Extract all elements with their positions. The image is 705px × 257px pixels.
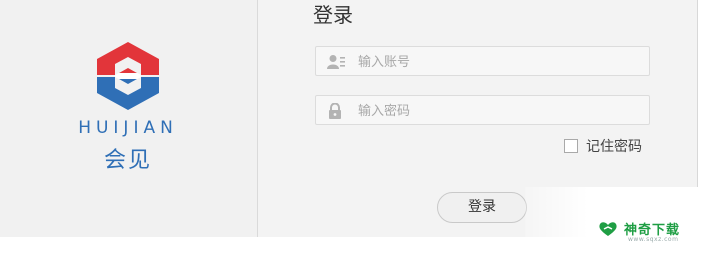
- huijian-logo-icon: [95, 42, 161, 110]
- remember-label: 记住密码: [586, 139, 642, 155]
- password-field[interactable]: [315, 95, 650, 126]
- brand-panel: HUIJIAN 会见: [0, 0, 257, 237]
- account-input[interactable]: [356, 47, 640, 77]
- account-field[interactable]: [315, 46, 650, 77]
- lock-icon: [327, 102, 345, 119]
- remember-password[interactable]: 记住密码: [564, 136, 642, 156]
- brand-name-en: HUIJIAN: [78, 118, 178, 138]
- brand-name-cn: 会见: [103, 148, 152, 173]
- login-title: 登录: [313, 3, 353, 27]
- pane-divider: [257, 0, 258, 237]
- password-input[interactable]: [356, 96, 640, 126]
- watermark-url: www.sqxz.com: [628, 236, 679, 243]
- login-button[interactable]: 登录: [437, 192, 527, 223]
- user-card-icon: [327, 54, 345, 70]
- remember-checkbox[interactable]: [564, 139, 578, 153]
- heart-leaf-icon: [598, 221, 618, 237]
